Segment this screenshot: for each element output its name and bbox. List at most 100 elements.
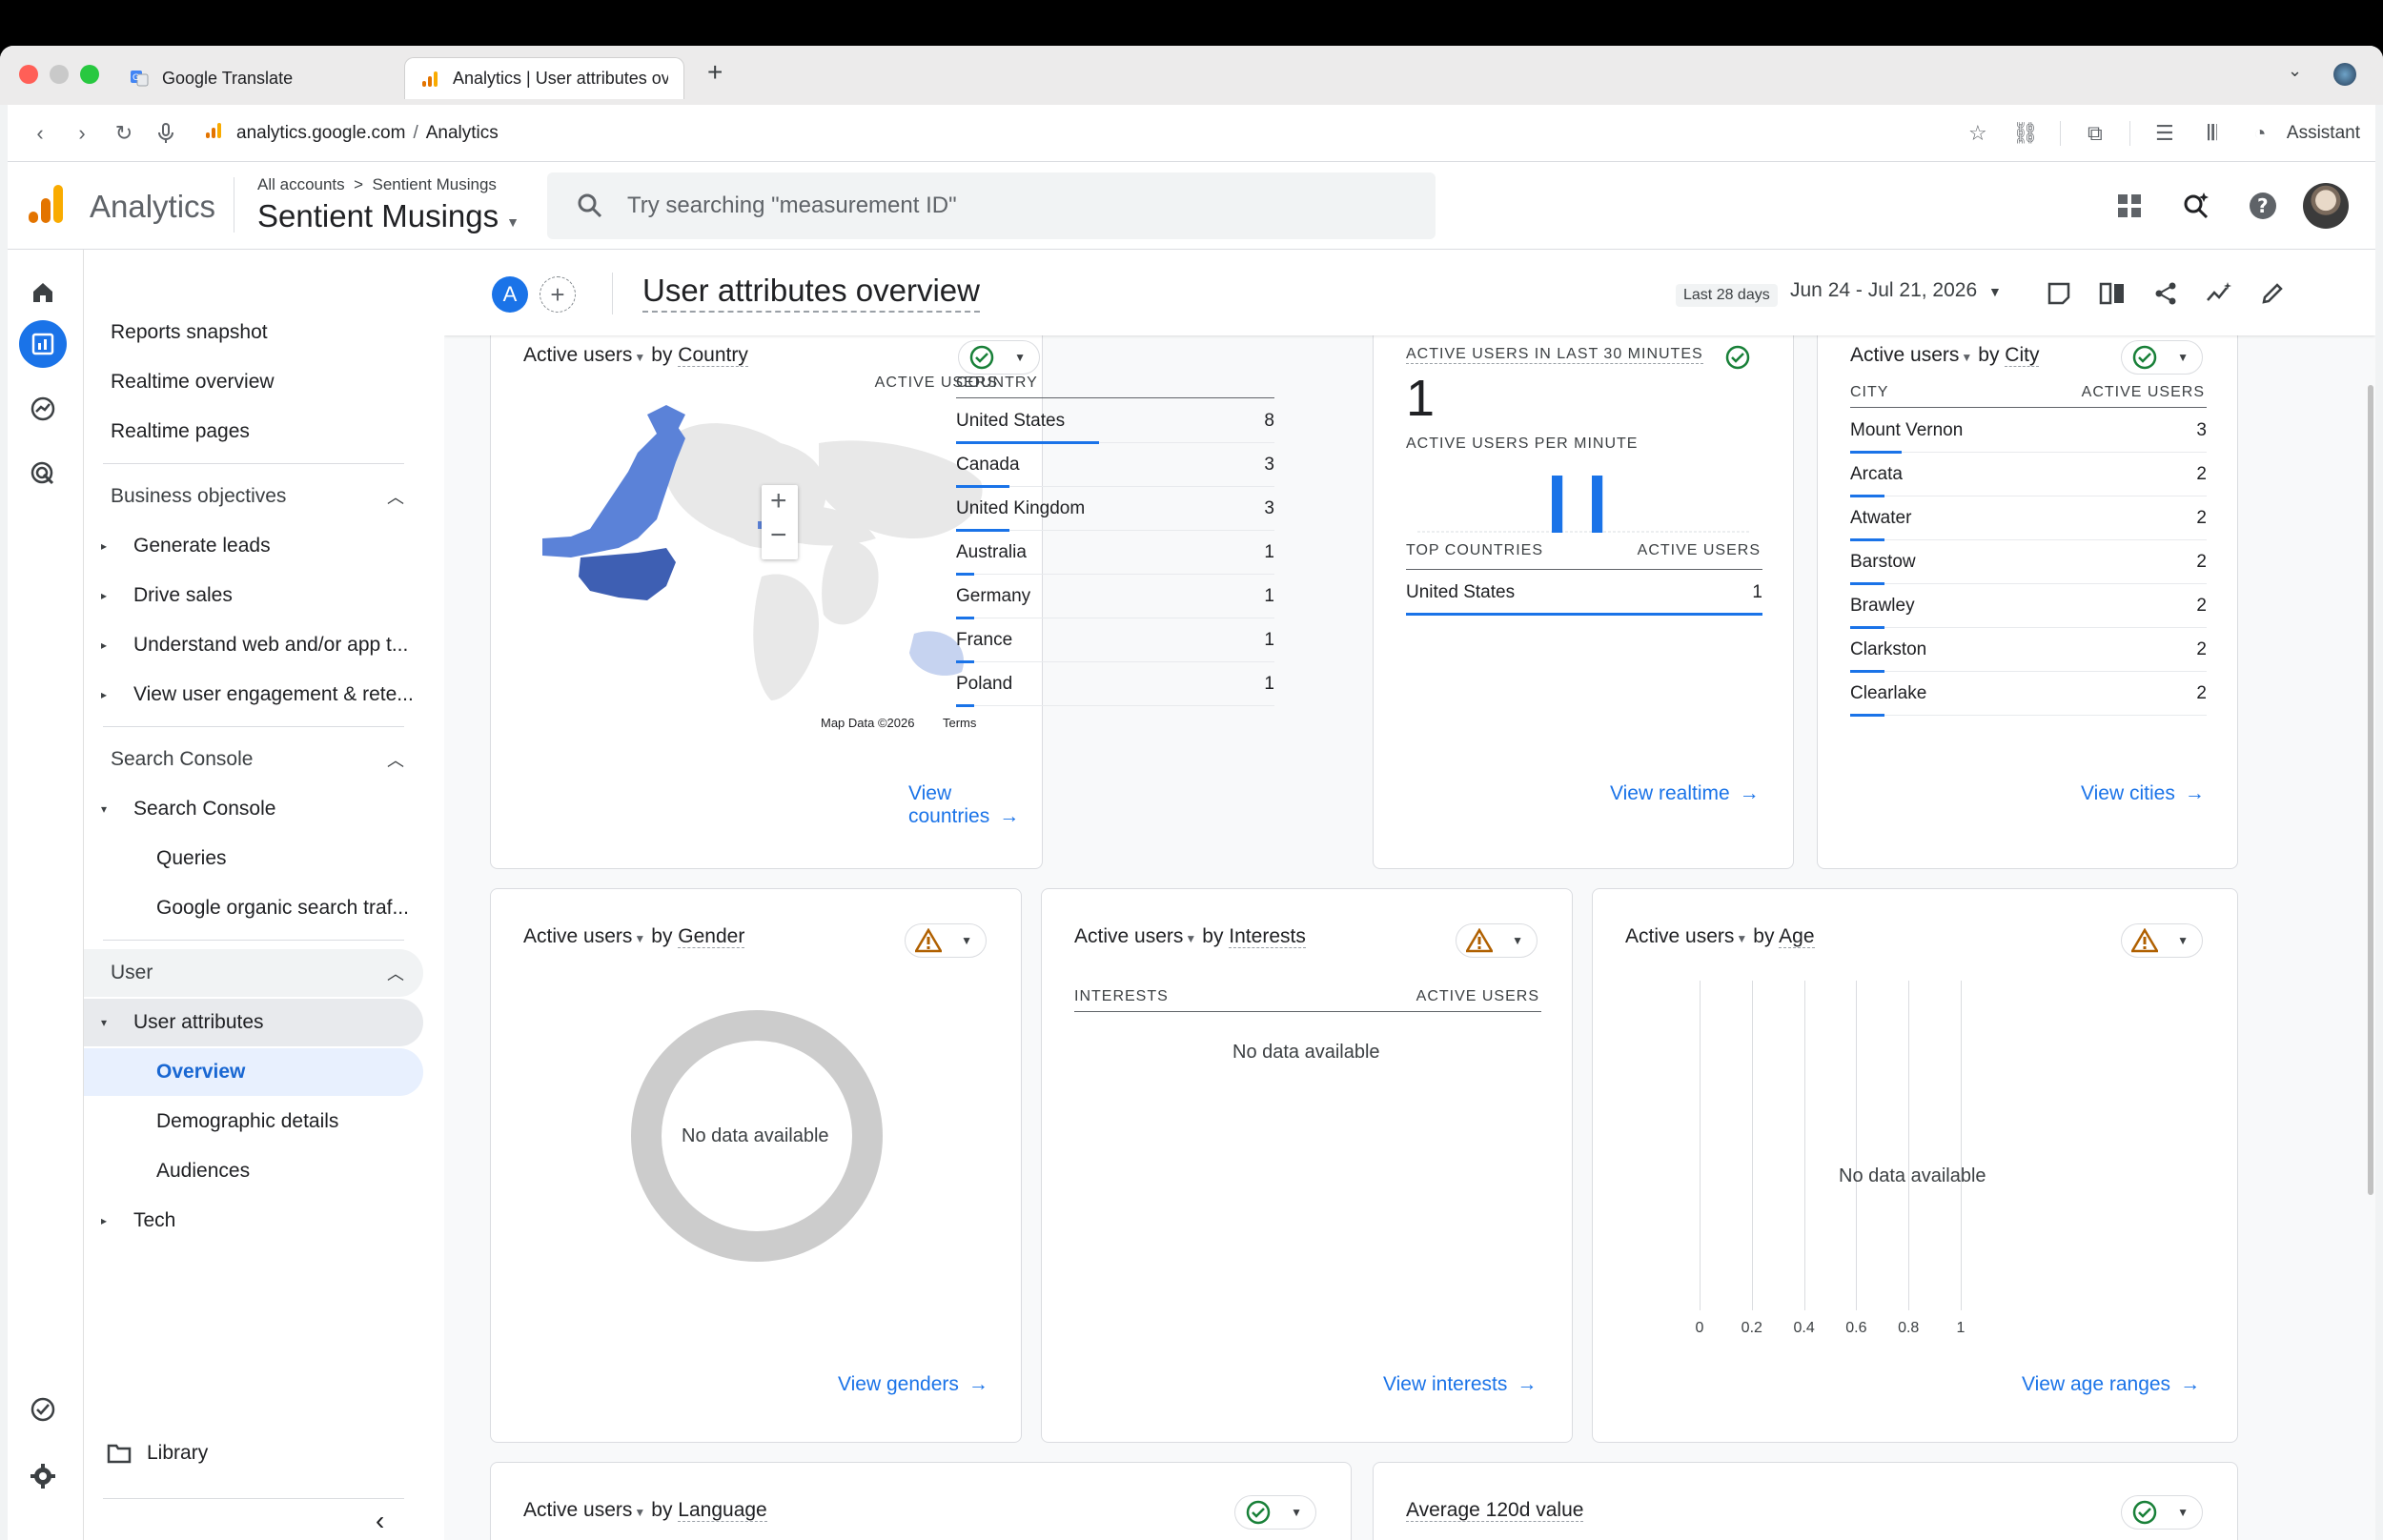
metric-caret-icon[interactable]: ▼ (1961, 351, 1972, 364)
nav-drive-sales[interactable]: ▸ Drive sales (84, 572, 423, 619)
nav-queries[interactable]: Queries (84, 835, 423, 882)
date-caret-icon[interactable]: ▼ (1988, 284, 2002, 299)
nav-demographic-details[interactable]: Demographic details (84, 1098, 423, 1145)
assistant-icon[interactable]: ◔ (2239, 112, 2281, 154)
date-range-selector[interactable]: Jun 24 - Jul 21, 2026 (1790, 279, 1977, 302)
property-selector[interactable]: Sentient Musings ▼ (257, 198, 519, 234)
maximize-window-button[interactable] (80, 65, 99, 84)
nav-audiences[interactable]: Audiences (84, 1147, 423, 1195)
card-status-ok[interactable]: ▼ (2121, 340, 2203, 375)
search-bar[interactable] (547, 172, 1436, 239)
search-input[interactable] (627, 192, 1352, 219)
card-status-ok[interactable]: ▼ (1234, 1495, 1316, 1530)
nav-user-attributes[interactable]: ▾ User attributes (84, 999, 423, 1046)
assistant-button[interactable]: Assistant (2287, 123, 2360, 144)
add-comparison-button[interactable]: + (540, 276, 576, 313)
minimize-window-button[interactable] (50, 65, 69, 84)
table-row[interactable]: Canada 3 (956, 443, 1274, 488)
table-row[interactable]: Poland 1 (956, 662, 1274, 707)
apps-grid-icon[interactable] (2110, 187, 2149, 225)
table-row[interactable]: Atwater 2 (1850, 496, 2207, 541)
nav-library[interactable]: Library (84, 1429, 423, 1477)
tab-google-translate[interactable]: G Google Translate (114, 57, 308, 99)
table-row[interactable]: Barstow 2 (1850, 540, 2207, 585)
card-status-warning[interactable]: ▼ (2121, 923, 2203, 958)
reports-icon[interactable] (19, 320, 67, 368)
card-status-ok[interactable]: ▼ (2121, 1495, 2203, 1530)
collapse-nav-chevron-icon[interactable]: ‹ (376, 1506, 384, 1536)
profile-icon[interactable] (2333, 63, 2356, 86)
dimension-label[interactable]: Gender (678, 925, 745, 948)
dimension-label[interactable]: Interests (1229, 925, 1306, 948)
comparison-badge[interactable]: A (492, 276, 528, 313)
metric-caret-icon[interactable]: ▼ (1185, 932, 1196, 945)
close-window-button[interactable] (19, 65, 38, 84)
advertising-icon[interactable] (19, 450, 67, 497)
metric-caret-icon[interactable]: ▼ (634, 351, 645, 364)
configure-check-icon[interactable] (19, 1386, 67, 1433)
nav-section-search-console[interactable]: Search Console ︿ (84, 736, 423, 783)
nav-user-engagement[interactable]: ▸ View user engagement & rete... (84, 671, 423, 719)
metric-selector[interactable]: Active users (523, 1499, 632, 1521)
settings-gear-icon[interactable] (19, 1452, 67, 1500)
table-row[interactable]: France 1 (956, 618, 1274, 663)
dimension-label[interactable]: City (2005, 344, 2040, 367)
metric-label[interactable]: Average 120d value (1406, 1499, 1584, 1522)
table-row[interactable]: Mount Vernon 3 (1850, 409, 2207, 454)
nav-generate-leads[interactable]: ▸ Generate leads (84, 522, 423, 570)
table-row[interactable]: Clarkston 2 (1850, 628, 2207, 673)
per-minute-bar[interactable] (1552, 476, 1563, 533)
new-tab-icon[interactable]: + (707, 57, 723, 88)
tab-analytics[interactable]: Analytics | User attributes ov (404, 57, 684, 99)
view-age-ranges-link[interactable]: View age ranges → (2022, 1373, 2200, 1396)
table-row[interactable]: Australia 1 (956, 531, 1274, 576)
card-status-ok[interactable]: ▼ (958, 340, 1040, 375)
page-scrollbar[interactable] (2368, 385, 2373, 1195)
view-interests-link[interactable]: View interests → (1383, 1373, 1537, 1396)
nav-realtime-pages[interactable]: Realtime pages (84, 408, 423, 456)
search-insights-icon[interactable] (2177, 187, 2215, 225)
nav-google-organic-search[interactable]: Google organic search traf... (84, 884, 423, 932)
nav-search-console-group[interactable]: ▾ Search Console (84, 785, 423, 833)
metric-selector[interactable]: Active users (1074, 925, 1183, 947)
account-breadcrumb[interactable]: All accounts > Sentient Musings (257, 175, 497, 194)
table-row[interactable]: Arcata 2 (1850, 453, 2207, 497)
share-icon[interactable] (2149, 276, 2183, 311)
metric-selector[interactable]: Active users (523, 344, 632, 366)
table-row[interactable]: Germany 1 (956, 575, 1274, 619)
reload-icon[interactable]: ↻ (103, 112, 145, 154)
card-status-warning[interactable]: ▼ (1456, 923, 1538, 958)
metric-selector[interactable]: Active users (1850, 344, 1959, 366)
nav-section-user[interactable]: User ︿ (84, 949, 423, 997)
card-status-warning[interactable]: ▼ (905, 923, 987, 958)
microphone-icon[interactable] (145, 112, 187, 154)
nav-tech[interactable]: ▸ Tech (84, 1197, 423, 1245)
metric-caret-icon[interactable]: ▼ (1736, 932, 1747, 945)
metric-selector[interactable]: Active users (523, 925, 632, 947)
zoom-in-icon[interactable]: + (770, 485, 787, 517)
zoom-out-icon[interactable]: − (770, 519, 787, 552)
per-minute-bar[interactable] (1592, 476, 1603, 533)
edit-pencil-icon[interactable] (2255, 276, 2290, 311)
compare-columns-icon[interactable] (2095, 276, 2129, 311)
explore-icon[interactable] (19, 385, 67, 433)
help-icon[interactable]: ? (2244, 187, 2282, 225)
card-status-ok[interactable] (1719, 340, 1757, 375)
extensions-icon[interactable]: ⧉ (2074, 112, 2116, 154)
nav-section-business-objectives[interactable]: Business objectives ︿ (84, 473, 423, 520)
account-avatar[interactable] (2303, 183, 2349, 229)
url-field[interactable]: analytics.google.com / Analytics (236, 123, 499, 144)
bookmark-star-icon[interactable]: ☆ (1957, 112, 1999, 154)
analytics-logo[interactable] (27, 183, 65, 225)
tab-search-chevron-icon[interactable]: ⌄ (2288, 61, 2302, 81)
dimension-label[interactable]: Country (678, 344, 748, 367)
metric-caret-icon[interactable]: ▼ (634, 1506, 645, 1519)
map-terms-link[interactable]: Terms (943, 716, 976, 730)
table-row[interactable]: United Kingdom 3 (956, 487, 1274, 532)
insights-icon[interactable] (2202, 276, 2236, 311)
table-row[interactable]: Clearlake 2 (1850, 672, 2207, 717)
dimension-label[interactable]: Age (1779, 925, 1815, 948)
dimension-label[interactable]: Language (678, 1499, 767, 1522)
forward-icon[interactable]: › (61, 112, 103, 154)
view-cities-link[interactable]: View cities → (2081, 782, 2205, 805)
